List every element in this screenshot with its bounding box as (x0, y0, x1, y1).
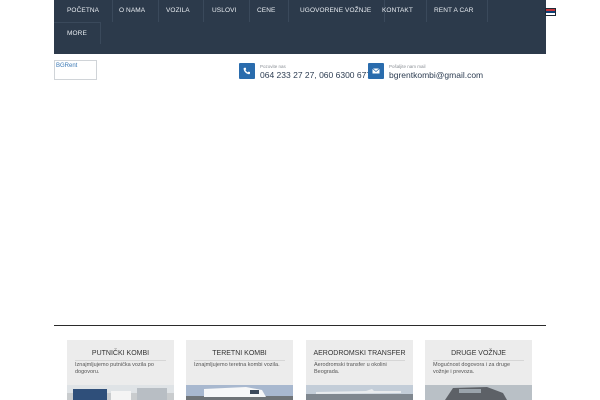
nav-item-pocetna[interactable]: POČETNA (54, 0, 114, 22)
phone-icon (239, 63, 255, 79)
other-rides-image (425, 385, 532, 400)
nav-item-o-nama[interactable]: O NAMA (106, 0, 160, 22)
card-divider (314, 360, 405, 361)
passenger-van-image (67, 385, 174, 400)
service-card-title: DRUGE VOŽNJE (451, 350, 506, 357)
card-divider (194, 360, 285, 361)
contact-mail-address[interactable]: bgrentkombi@gmail.com (389, 70, 483, 80)
service-card-title: AERODROMSKI TRANSFER (313, 350, 406, 357)
main-navbar: POČETNA O NAMA VOZILA USLOVI CENE UGOVOR… (54, 0, 556, 54)
nav-item-vozila[interactable]: VOZILA (153, 0, 204, 22)
service-card-putnicki-kombi[interactable]: PUTNIČKI KOMBI Iznajmljujemo putnička vo… (67, 340, 174, 400)
service-card-text: Iznajmljujemo teretna kombi vozila. (194, 362, 280, 368)
section-divider (54, 325, 546, 326)
airport-image (306, 385, 413, 400)
cargo-van-image (186, 385, 293, 400)
service-card-title: TERETNI KOMBI (212, 350, 267, 357)
nav-item-uslovi[interactable]: USLOVI (199, 0, 251, 22)
card-divider (433, 360, 524, 361)
site-logo[interactable]: BGRent (54, 60, 97, 80)
service-card-teretni-kombi[interactable]: TERETNI KOMBI Iznajmljujemo teretna komb… (186, 340, 293, 400)
contact-phone-caption: Pozovite nas (260, 64, 286, 69)
service-card-text: Aerodromski transfer u okolini Beograda. (314, 362, 387, 376)
service-card-druge-voznje[interactable]: DRUGE VOŽNJE Mogućnost dogovora i za dru… (425, 340, 532, 400)
contact-phone-number[interactable]: 064 233 27 27, 060 6300 677 (260, 70, 371, 80)
service-card-title: PUTNIČKI KOMBI (91, 350, 150, 357)
logo-alt-text: BGRent (56, 63, 78, 69)
nav-item-rent-a-car[interactable]: RENT A CAR (421, 0, 488, 22)
nav-item-kontakt[interactable]: KONTAKT (369, 0, 427, 22)
nav-item-more[interactable]: MORE (54, 22, 101, 44)
serbian-flag-icon[interactable] (545, 8, 556, 16)
card-divider (75, 360, 166, 361)
service-card-aerodromski-transfer[interactable]: AERODROMSKI TRANSFER Aerodromski transfe… (306, 340, 413, 400)
service-card-text: Mogućnost dogovora i za druge vožnje i p… (433, 362, 511, 376)
contact-mail-caption: Pošaljite nam mail (389, 64, 426, 69)
nav-item-cene[interactable]: CENE (244, 0, 290, 22)
service-card-text: Iznajmljujemo putnička vozila po dogovor… (75, 362, 154, 376)
mail-icon (368, 63, 384, 79)
